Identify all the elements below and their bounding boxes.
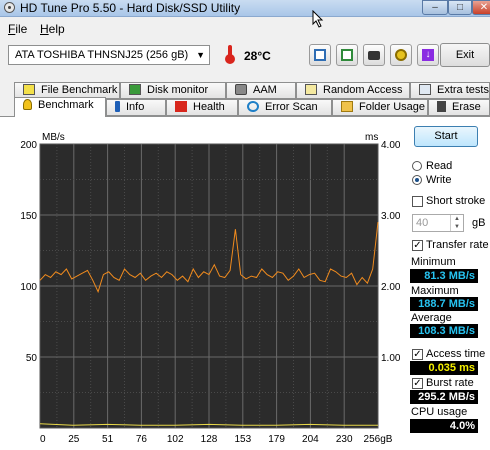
menu-file[interactable]: File [8, 22, 27, 36]
average-value: 108.3 MB/s [410, 324, 478, 338]
thermometer-icon [224, 45, 236, 65]
short-stroke-label: Short stroke [426, 195, 486, 207]
y-tick-label: 200 [20, 140, 37, 151]
temperature-readout: 28°C [244, 49, 271, 63]
drive-select-value: ATA TOSHIBA THNSNJ25 (256 gB) [15, 49, 189, 61]
x-tick-label: 204 [302, 434, 319, 445]
maximum-value: 188.7 MB/s [410, 297, 478, 311]
spinner-arrows-icon[interactable]: ▲ ▼ [450, 215, 463, 231]
exit-button[interactable]: Exit [440, 43, 490, 67]
disk-monitor-icon [129, 84, 141, 95]
copy-text-button[interactable] [336, 44, 358, 66]
transfer-rate-checkbox[interactable]: ✓ [412, 240, 423, 251]
options-button[interactable] [390, 44, 412, 66]
tab-folder-usage[interactable]: Folder Usage [332, 99, 428, 116]
y2-tick-label: 2.00 [381, 282, 400, 293]
access-time-checkbox[interactable]: ✓ [412, 349, 423, 360]
drive-select[interactable]: ATA TOSHIBA THNSNJ25 (256 gB) ▼ [8, 45, 210, 65]
tab-disk-monitor[interactable]: Disk monitor [120, 82, 226, 99]
burst-rate-value: 295.2 MB/s [410, 390, 478, 404]
burst-rate-label: Burst rate [426, 377, 474, 389]
tab-erase[interactable]: Erase [428, 99, 490, 116]
magnifier-icon [247, 101, 259, 112]
speaker-icon [235, 84, 247, 95]
trash-icon [437, 101, 446, 112]
tab-random-access[interactable]: Random Access [296, 82, 410, 99]
copy-info-icon [314, 49, 326, 61]
short-stroke-value: 40 [416, 217, 429, 229]
short-stroke-spinner[interactable]: 40 ▲ ▼ [412, 214, 464, 232]
x-tick-label: 230 [336, 434, 353, 445]
camera-icon [368, 50, 380, 60]
write-label: Write [426, 174, 452, 186]
x-tick-label: 76 [136, 434, 148, 445]
average-label: Average [411, 312, 452, 324]
transfer-rate-label: Transfer rate [426, 239, 489, 251]
y2-tick-label: 4.00 [381, 140, 400, 151]
x-tick-label: 153 [234, 434, 251, 445]
health-icon [175, 101, 187, 112]
x-tick-label: 25 [68, 434, 80, 445]
y-tick-label: 50 [26, 353, 38, 364]
minimum-label: Minimum [411, 256, 456, 268]
maximize-button[interactable]: □ [448, 0, 472, 15]
short-stroke-unit: gB [472, 217, 486, 229]
save-button[interactable]: ↓ [417, 44, 439, 66]
benchmark-chart: 0 25 51 76 102 128 153 179 204 230 256gB 200 4.00 150… [20, 132, 400, 445]
copy-info-button[interactable] [309, 44, 331, 66]
y2-tick-label: 1.00 [381, 353, 400, 364]
read-radio[interactable] [412, 161, 422, 171]
app-icon [4, 2, 15, 13]
tab-aam[interactable]: AAM [226, 82, 296, 99]
maximum-label: Maximum [411, 285, 459, 297]
random-access-icon [305, 84, 317, 95]
tab-extra-tests[interactable]: Extra tests [410, 82, 490, 99]
mouse-cursor-icon [312, 10, 324, 28]
title-bar: HD Tune Pro 5.50 - Hard Disk/SSD Utility… [0, 0, 490, 17]
x-tick-label: 0 [40, 434, 46, 445]
file-benchmark-icon [23, 84, 35, 95]
benchmark-icon [23, 99, 32, 110]
x-tick-label: 102 [167, 434, 184, 445]
tab-benchmark[interactable]: Benchmark [14, 97, 106, 117]
short-stroke-checkbox[interactable] [412, 196, 423, 207]
tab-info[interactable]: Info [106, 99, 166, 116]
y2-tick-label: 3.00 [381, 211, 400, 222]
info-icon [115, 101, 120, 112]
close-button[interactable]: ✕ [472, 0, 490, 15]
folder-icon [341, 101, 353, 112]
y2-axis-label: ms [365, 132, 378, 143]
tab-health[interactable]: Health [166, 99, 238, 116]
x-tick-label: 128 [201, 434, 218, 445]
x-tick-label: 179 [268, 434, 285, 445]
copy-text-icon [341, 49, 353, 61]
tab-error-scan[interactable]: Error Scan [238, 99, 332, 116]
minimum-value: 81.3 MB/s [410, 269, 478, 283]
cpu-usage-value: 4.0% [410, 419, 478, 433]
write-radio[interactable] [412, 175, 422, 185]
start-button[interactable]: Start [414, 126, 478, 147]
access-time-label: Access time [426, 348, 486, 360]
minimize-button[interactable]: – [422, 0, 448, 15]
access-time-value: 0.035 ms [410, 361, 478, 375]
cpu-usage-label: CPU usage [411, 406, 468, 418]
read-label: Read [426, 160, 453, 172]
y-axis-label: MB/s [42, 132, 65, 143]
download-icon: ↓ [422, 49, 434, 61]
window-title: HD Tune Pro 5.50 - Hard Disk/SSD Utility [20, 1, 241, 15]
menu-help[interactable]: Help [40, 22, 65, 36]
screenshot-button[interactable] [363, 44, 385, 66]
x-tick-label: 51 [102, 434, 114, 445]
x-tick-label: 256gB [364, 434, 393, 445]
y-tick-label: 100 [20, 282, 37, 293]
burst-rate-checkbox[interactable]: ✓ [412, 378, 423, 389]
options-icon [395, 49, 407, 61]
menu-bar: File Help [0, 19, 490, 37]
y-tick-label: 150 [20, 211, 37, 222]
extra-tests-icon [419, 84, 431, 95]
chevron-down-icon: ▼ [196, 50, 205, 60]
